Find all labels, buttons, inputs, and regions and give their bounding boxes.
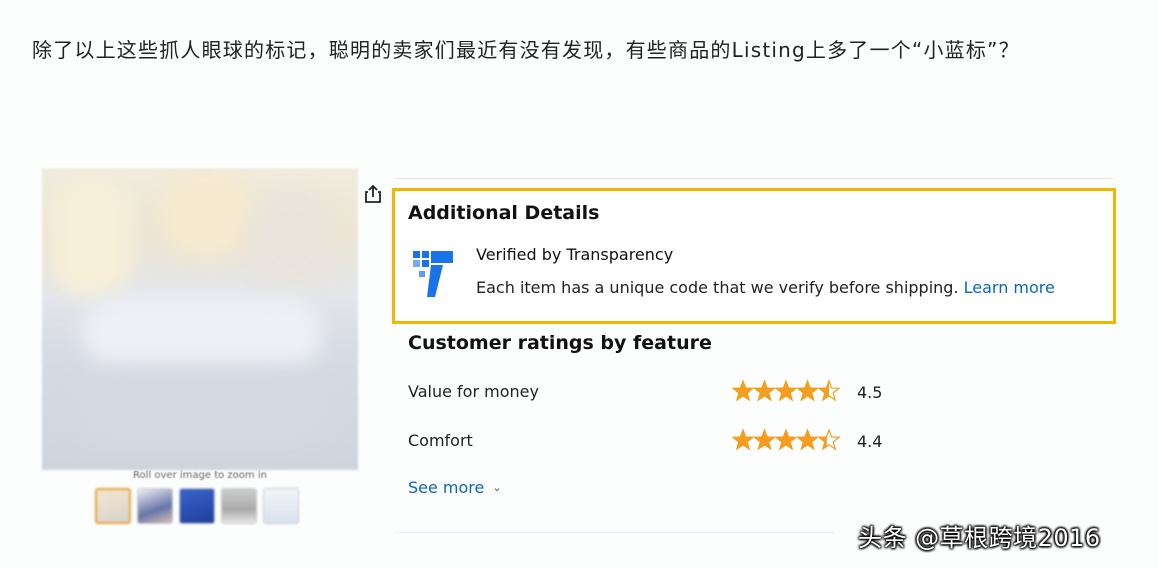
thumbnail-2[interactable] (137, 488, 173, 524)
star-rating-icon (732, 379, 840, 402)
verified-description-text: Each item has a unique code that we veri… (476, 278, 959, 297)
additional-details-box: Additional Details Verified by Transpare… (392, 188, 1116, 324)
share-icon[interactable] (364, 184, 382, 204)
thumbnail-strip (95, 488, 299, 524)
chevron-down-icon: ⌄ (492, 481, 502, 494)
transparency-logo-icon (413, 251, 453, 297)
see-more-link[interactable]: See more ⌄ (408, 478, 502, 497)
star-fill (776, 381, 796, 400)
divider (395, 178, 1113, 179)
rating-label: Value for money (408, 382, 539, 401)
thumbnail-4[interactable] (221, 488, 257, 524)
verified-description: Each item has a unique code that we veri… (476, 278, 1055, 297)
star-fill (776, 430, 796, 449)
watermark: 头条 @草根跨境2016 (858, 524, 1101, 552)
star-fill (797, 381, 818, 400)
rating-value: 4.4 (857, 432, 883, 451)
thumbnail-5[interactable] (263, 488, 299, 524)
additional-details-title: Additional Details (408, 202, 600, 224)
zoom-hint: Roll over image to zoom in (133, 470, 267, 481)
ratings-by-feature-title: Customer ratings by feature (408, 332, 712, 354)
star-fill (733, 381, 753, 400)
learn-more-link[interactable]: Learn more (964, 278, 1055, 297)
star-fill (733, 430, 753, 449)
rating-row-value-for-money: Value for money 4.5 (408, 378, 908, 408)
article-paragraph: 除了以上这些抓人眼球的标记，聪明的卖家们最近有没有发现，有些商品的Listing… (32, 38, 1020, 62)
verified-by-transparency-title: Verified by Transparency (476, 245, 674, 264)
thumbnail-3[interactable] (179, 488, 215, 524)
see-more-label: See more (408, 478, 485, 497)
rating-label: Comfort (408, 431, 473, 450)
star-rating-icon (732, 428, 840, 451)
product-main-image[interactable] (42, 168, 358, 470)
divider (395, 532, 835, 533)
rating-value: 4.5 (857, 383, 883, 402)
star-fill (754, 381, 775, 400)
thumbnail-1[interactable] (95, 488, 131, 524)
star-fill (754, 430, 775, 449)
rating-row-comfort: Comfort 4.4 (408, 427, 908, 457)
star-fill (797, 430, 818, 449)
